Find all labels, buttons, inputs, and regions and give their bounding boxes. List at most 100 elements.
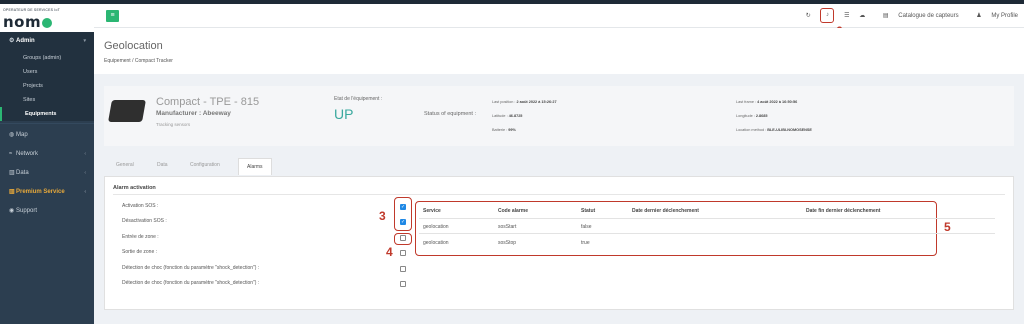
sidebar-item-map[interactable]: ◍ Map xyxy=(0,126,94,145)
checkbox-zone-exit[interactable] xyxy=(400,250,406,256)
sidebar-item-premium-service[interactable]: ▥Premium Service ‹ xyxy=(0,183,94,202)
alarm-label-zone-exit: Sortie de zone : xyxy=(122,249,158,255)
chevron-down-icon: ▾ xyxy=(83,38,86,44)
last-position: Last position : 2 août 2022 à 15:26:27 xyxy=(492,100,557,104)
profile-link[interactable]: ♟ My Profile xyxy=(968,13,1018,19)
logo-dot-icon xyxy=(42,17,53,28)
sidebar-item-label: Support xyxy=(16,208,38,214)
last-position-value: 2 août 2022 à 15:26:27 xyxy=(516,100,557,104)
database-icon[interactable]: ☰ xyxy=(844,13,849,19)
tab-alarms[interactable]: Alarms xyxy=(238,158,272,175)
sidebar-sub-equipments[interactable]: Equipments xyxy=(0,107,94,121)
profile-label: My Profile xyxy=(991,13,1018,19)
table-cell: sosStop xyxy=(498,240,517,246)
chevron-left-icon: ‹ xyxy=(84,189,86,195)
checkbox-shock-1[interactable] xyxy=(400,266,406,272)
etat-value: UP xyxy=(334,106,354,122)
location-method-value: BLE-ULIBI-NOMOSENSE xyxy=(767,128,812,132)
alarm-label-shock-2: Détection de choc (fonction du paramètre… xyxy=(122,280,260,286)
table-header-status: Statut xyxy=(581,208,596,214)
tracker-device-image xyxy=(108,100,146,122)
checkbox-shock-2[interactable] xyxy=(400,281,406,287)
table-cell: false xyxy=(581,224,592,230)
tab-data[interactable]: Data xyxy=(157,162,168,168)
breadcrumb[interactable]: Equipement / Compact Tracker xyxy=(104,58,173,64)
notification-bell-icon[interactable]: ♪ xyxy=(820,7,835,23)
menu-toggle-button[interactable]: ≡ xyxy=(106,10,119,22)
sidebar-sub-groups[interactable]: Groups (admin) xyxy=(0,51,94,65)
annotation-5: 5 xyxy=(944,220,951,234)
etat-label: Etat de l'équipement : xyxy=(334,96,383,102)
annotation-3: 3 xyxy=(379,209,386,223)
battery: Batterie : 99% xyxy=(492,128,516,132)
chevron-left-icon: ‹ xyxy=(84,151,86,157)
top-header: ≡ ↻ ♪ ☰ ☁ ▤ Catalogue de capteurs ♟ My P… xyxy=(94,4,1024,28)
latitude: Latitude : 46.8725 xyxy=(492,114,522,118)
sidebar-item-label: Admin xyxy=(16,38,35,44)
globe-icon: ◍ xyxy=(9,132,15,138)
logo[interactable]: OPERATEUR DE SERVICES IoT nomsense xyxy=(0,4,94,49)
page-title: Geolocation xyxy=(104,40,163,52)
gears-icon: ⚙ xyxy=(9,38,15,44)
sidebar-item-label: Map xyxy=(16,132,28,138)
bar-chart-icon: ▥ xyxy=(9,170,15,176)
tab-general[interactable]: General xyxy=(116,162,134,168)
longitude: Longitude : 2.8685 xyxy=(736,114,767,118)
alarm-activation-title: Alarm activation xyxy=(113,185,156,191)
location-method-label: Location method : xyxy=(736,128,768,132)
last-frame-label: Last frame : xyxy=(736,100,758,104)
sidebar-divider xyxy=(0,123,94,124)
alarm-label-shock-1: Détection de choc (fonction du paramètre… xyxy=(122,265,260,271)
refresh-icon[interactable]: ↻ xyxy=(806,13,811,19)
table-header-last-end: Date fin dernier déclenchement xyxy=(806,208,881,214)
table-divider xyxy=(419,233,995,234)
battery-label: Batterie : xyxy=(492,128,509,132)
longitude-label: Longitude : xyxy=(736,114,756,118)
sidebar-item-data[interactable]: ▥Data ‹ xyxy=(0,164,94,183)
panel-divider xyxy=(113,194,1005,195)
sidebar-sub-sites[interactable]: Sites xyxy=(0,93,94,107)
latitude-label: Latitude : xyxy=(492,114,509,118)
table-cell: geolocation xyxy=(423,240,449,246)
alarms-panel: Alarm activation Activation SOS : Désact… xyxy=(104,176,1014,310)
highlight-box-zone-checkbox xyxy=(394,233,412,245)
catalogue-label: Catalogue de capteurs xyxy=(898,13,959,19)
tab-configuration[interactable]: Configuration xyxy=(190,162,220,168)
chevron-left-icon: ‹ xyxy=(84,170,86,176)
table-divider xyxy=(419,218,995,219)
sidebar-item-admin[interactable]: ⚙ Admin ▾ xyxy=(0,32,94,51)
support-icon: ◉ xyxy=(9,208,15,214)
annotation-4: 4 xyxy=(386,245,393,259)
page-header: Geolocation Equipement / Compact Tracker xyxy=(94,28,1024,74)
catalogue-link[interactable]: ▤ Catalogue de capteurs xyxy=(875,13,959,19)
location-method: Location method : BLE-ULIBI-NOMOSENSE xyxy=(736,128,812,132)
cloud-icon[interactable]: ☁ xyxy=(859,13,865,19)
sidebar-sub-projects[interactable]: Projects xyxy=(0,79,94,93)
device-summary: Compact - TPE - 815 Manufacturer : Abeew… xyxy=(104,86,1014,146)
last-position-label: Last position : xyxy=(492,100,517,104)
status-label: Status of equipment : xyxy=(424,111,476,117)
tab-bar: General Data Configuration Alarms xyxy=(104,158,1014,176)
book-icon: ▤ xyxy=(882,13,891,19)
sidebar-nav: ⚙ Admin ▾ Groups (admin) Users Projects S… xyxy=(0,32,94,221)
sidebar-item-label: Network xyxy=(16,151,39,157)
longitude-value: 2.8685 xyxy=(755,114,768,118)
table-header-last-trigger: Date dernier déclenchement xyxy=(632,208,699,214)
sidebar-sub-users[interactable]: Users xyxy=(0,65,94,79)
table-cell: true xyxy=(581,240,590,246)
last-frame-value: 4 août 2022 à 16:50:56 xyxy=(757,100,798,104)
sidebar-item-support[interactable]: ◉ Support xyxy=(0,202,94,221)
sidebar: OPERATEUR DE SERVICES IoT nomsense ⚙Admi… xyxy=(0,4,94,324)
logo-wordmark-left: nom xyxy=(3,13,42,31)
device-manufacturer: Manufacturer : Abeeway xyxy=(156,110,231,117)
sidebar-item-label: Premium Service xyxy=(16,189,65,195)
device-name: Compact - TPE - 815 xyxy=(156,96,260,108)
table-cell: sosStart xyxy=(498,224,517,230)
wifi-icon: ≈ xyxy=(9,151,13,157)
alarm-label-sos-deactivation: Désactivation SOS : xyxy=(122,218,167,224)
highlight-box-sos-checkboxes xyxy=(394,197,412,231)
alarm-label-sos-activation: Activation SOS : xyxy=(122,203,159,209)
last-frame: Last frame : 4 août 2022 à 16:50:56 xyxy=(736,100,797,104)
sidebar-item-label: Data xyxy=(16,170,29,176)
sidebar-item-network[interactable]: ≈ Network ‹ xyxy=(0,145,94,164)
